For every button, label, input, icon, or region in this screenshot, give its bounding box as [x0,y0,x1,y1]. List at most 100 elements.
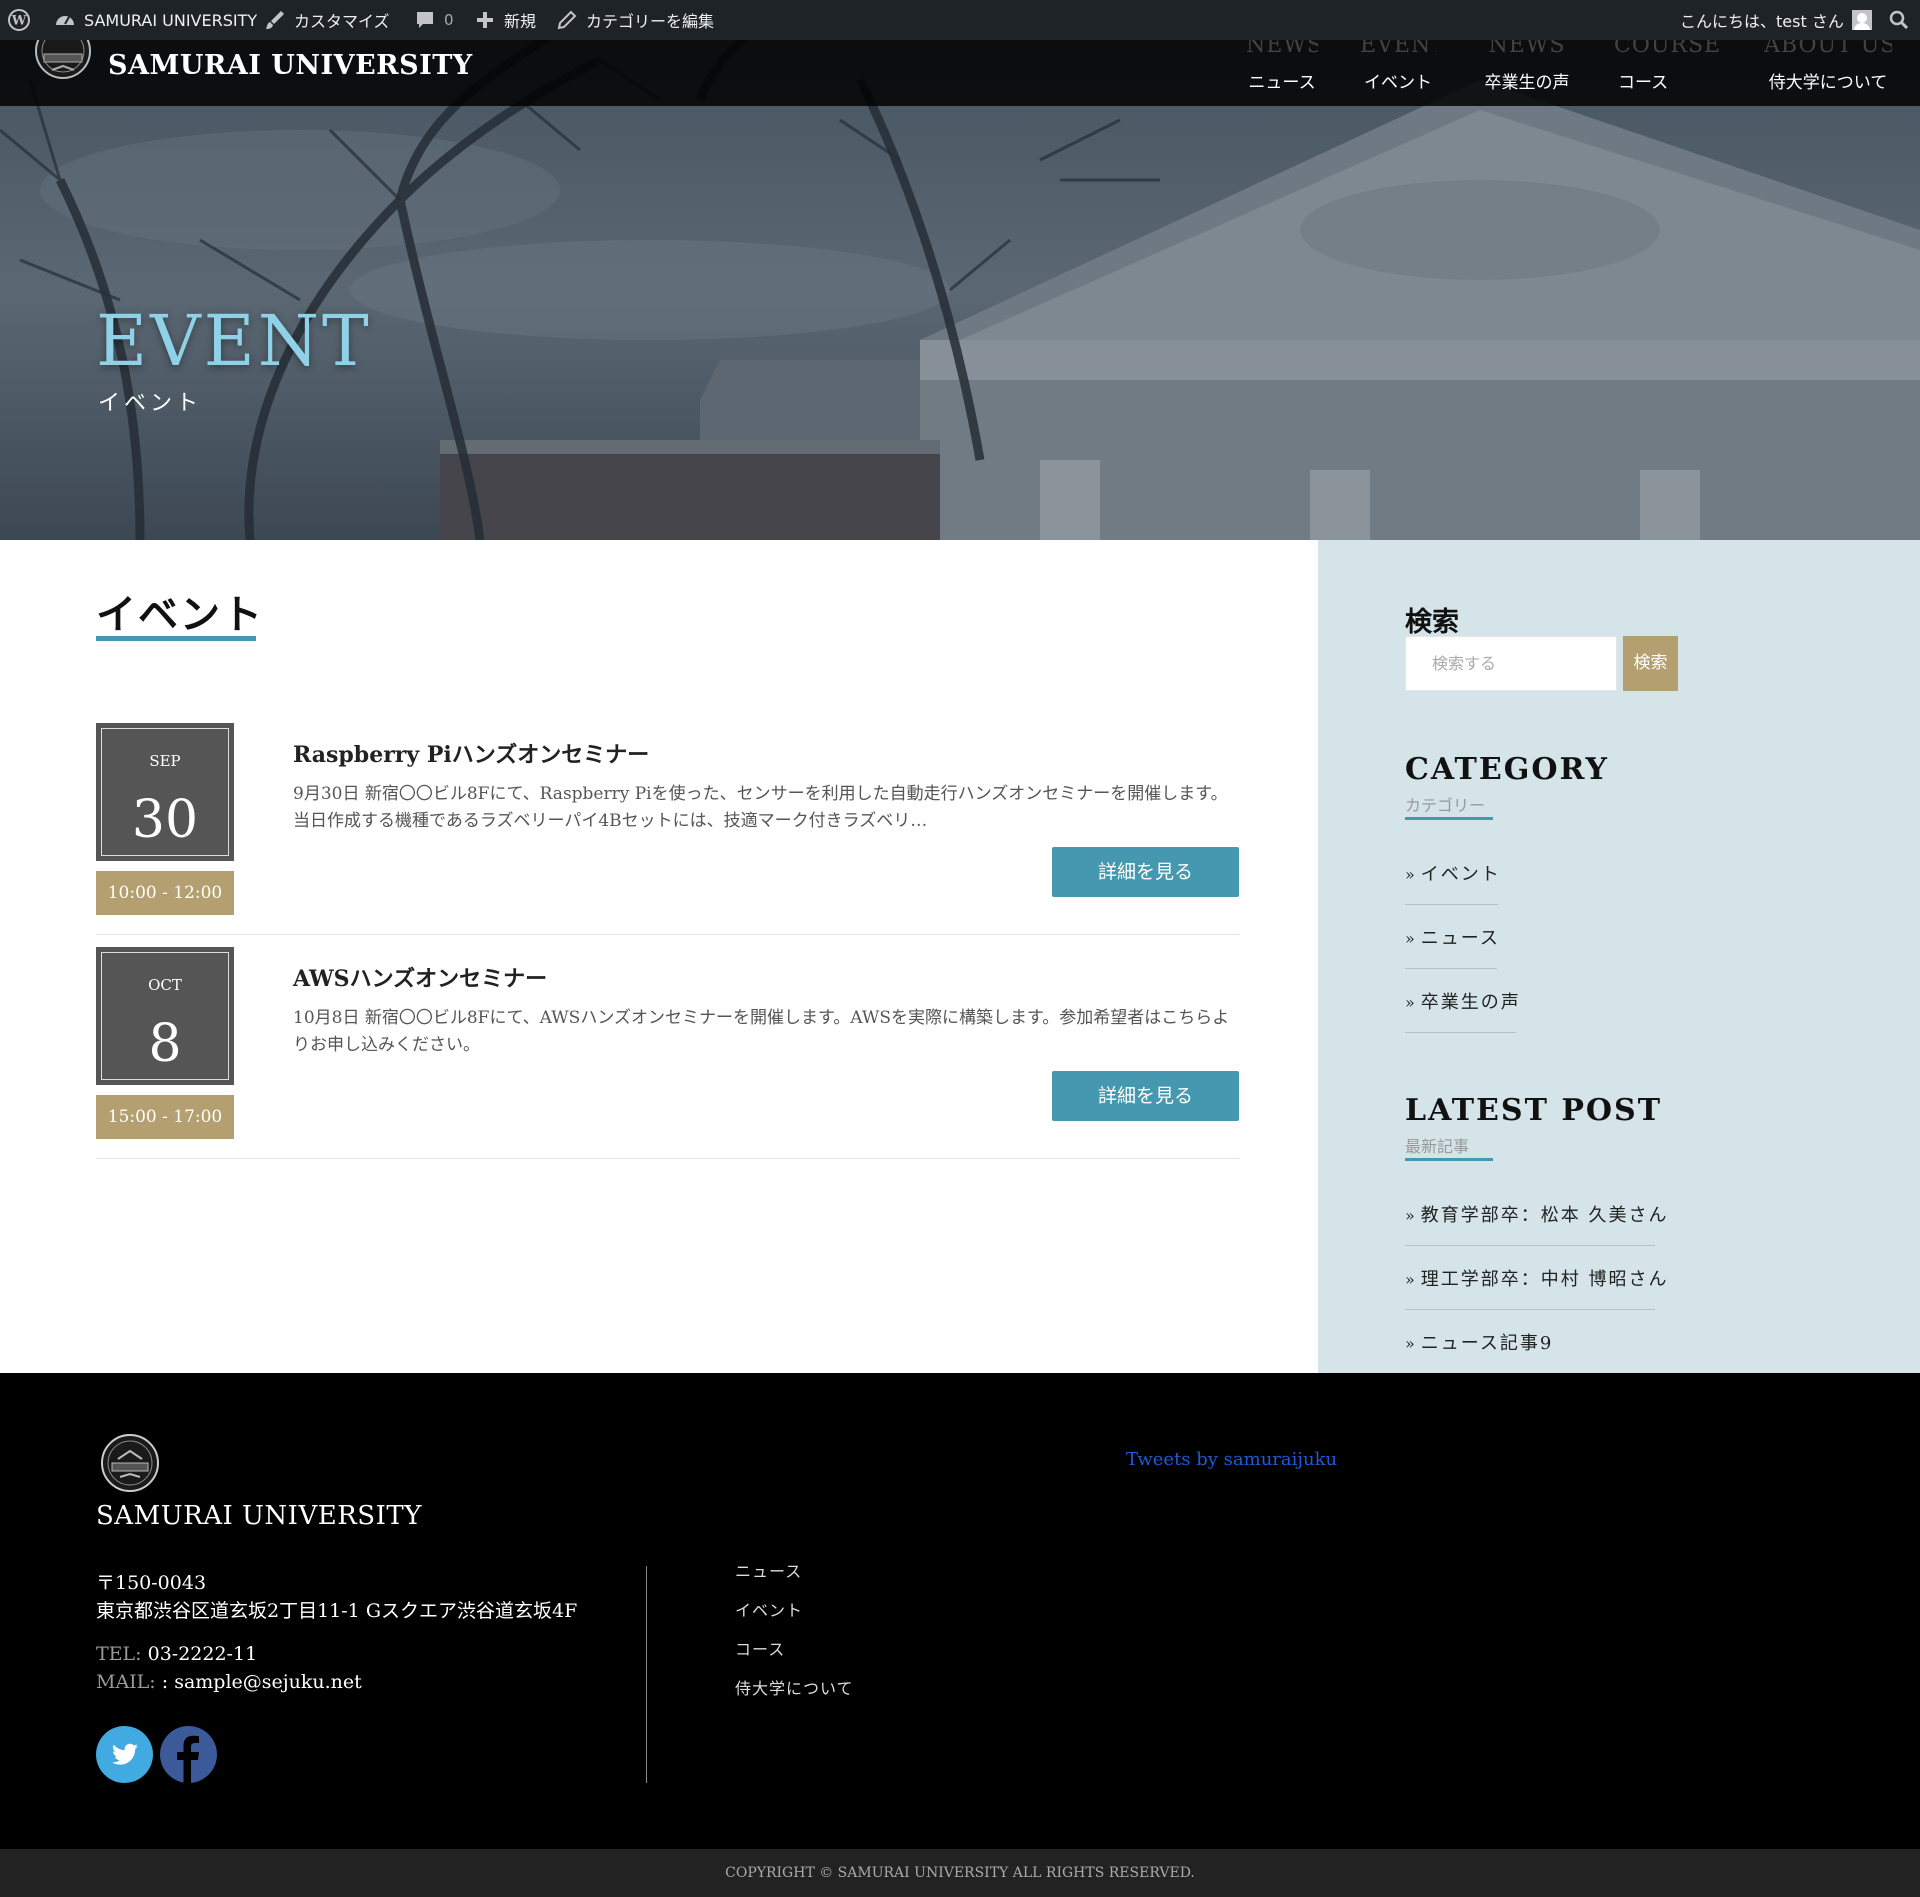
customize-label: カスタマイズ [294,12,390,31]
footer-logo-icon[interactable] [100,1433,160,1493]
category-divider [1405,904,1498,905]
site-header: SAMURAI UNIVERSITY NEWS ニュース EVENT イベント … [0,40,1920,106]
event-details-button[interactable]: 詳細を見る [1052,847,1239,897]
event-date-box: OCT 8 [96,947,234,1085]
latest-post-label: ニュース記事9 [1420,1333,1554,1354]
page-title: イベント [96,591,264,638]
footer-mail: MAIL: : sample@sejuku.net [96,1671,362,1693]
hero-background-image [0,40,1920,540]
facebook-icon[interactable] [160,1726,217,1783]
event-day: 8 [148,1014,182,1074]
comments-link[interactable]: 0 [414,0,454,40]
nav-en-label: EVENT [1360,40,1436,58]
latest-post-heading: LATEST POST [1405,1093,1663,1128]
latest-post-heading-underline [1405,1158,1493,1161]
event-description: 9月30日 新宿〇〇ビル8Fにて、Raspberry Piを使った、センサーを利… [293,784,1228,831]
chevron-double-right-icon: » [1405,929,1417,948]
category-divider [1405,1032,1516,1033]
footer-nav-item[interactable]: コース [735,1636,785,1660]
edit-category-label: カテゴリーを編集 [586,12,715,31]
hero-subtitle: イベント [98,391,203,416]
chevron-double-right-icon: » [1405,1270,1417,1289]
nav-en-label: ABOUT US [1764,40,1892,58]
comment-icon [414,9,436,31]
nav-ja-label: 卒業生の声 [1484,73,1570,93]
logo-icon[interactable] [34,40,92,80]
greeting-text: こんにちは、test さん [1680,12,1844,31]
mail-label: MAIL: [96,1671,156,1693]
site-footer: SAMURAI UNIVERSITY 〒150-0043 東京都渋谷区道玄坂2丁… [0,1373,1920,1849]
tweets-link[interactable]: Tweets by samuraijuku [1126,1449,1337,1470]
event-title[interactable]: Raspberry Piハンズオンセミナー [293,737,649,769]
event-month: OCT [148,976,182,994]
copyright: COPYRIGHT © SAMURAI UNIVERSITY ALL RIGHT… [0,1849,1920,1897]
event-time: 15:00 - 17:00 [96,1095,234,1139]
category-divider [1405,968,1497,969]
wordpress-menu[interactable]: W [8,0,30,40]
nav-item-graduates[interactable]: NEWS 卒業生の声 [1482,40,1572,106]
category-heading: CATEGORY [1405,752,1609,787]
footer-site-title: SAMURAI UNIVERSITY [96,1501,422,1531]
nav-en-label: COURSES [1614,40,1722,58]
category-item[interactable]: » 卒業生の声 [1405,988,1521,1014]
latest-post-divider [1405,1309,1655,1310]
footer-nav-item[interactable]: イベント [735,1597,803,1621]
latest-post-label: 教育学部卒：松本 久美さん [1420,1205,1669,1226]
admin-site-link[interactable]: SAMURAI UNIVERSITY [54,0,257,40]
twitter-icon[interactable] [96,1726,153,1783]
nav-ja-label: イベント [1364,73,1432,93]
hero-banner: EVENT イベント [0,40,1920,540]
svg-text:W: W [11,14,27,29]
event-month: SEP [149,752,181,770]
search-heading: 検索 [1405,607,1459,638]
latest-post-item[interactable]: » 教育学部卒：松本 久美さん [1405,1201,1669,1227]
event-date-box: SEP 30 [96,723,234,861]
customize-link[interactable]: カスタマイズ [264,0,390,40]
avatar-icon [1851,10,1872,30]
latest-post-item[interactable]: » 理工学部卒：中村 博昭さん [1405,1265,1669,1291]
edit-category-link[interactable]: カテゴリーを編集 [556,0,714,40]
footer-divider [646,1566,647,1783]
category-heading-underline [1405,817,1493,820]
new-content-link[interactable]: 新規 [474,0,536,40]
event-details-button[interactable]: 詳細を見る [1052,1071,1239,1121]
site-title[interactable]: SAMURAI UNIVERSITY [108,50,473,81]
nav-ja-label: ニュース [1248,73,1316,93]
sidebar: 検索 検索 CATEGORY カテゴリー »イベント »ニュース »卒業生の声 … [1318,540,1920,1373]
search-input[interactable] [1405,636,1617,691]
footer-zip: 〒150-0043 [96,1572,207,1594]
event-divider [96,934,1239,935]
account-menu[interactable]: こんにちは、test さん [1680,0,1872,40]
tel-value: 03-2222-11 [147,1643,258,1665]
event-title[interactable]: AWSハンズオンセミナー [293,961,547,993]
footer-address: 東京都渋谷区道玄坂2丁目11-1 Gスクエア渋谷道玄坂4F [96,1600,578,1622]
wordpress-icon: W [8,9,30,31]
nav-item-news[interactable]: NEWS ニュース [1246,40,1318,106]
pencil-icon [556,9,578,31]
nav-item-courses[interactable]: COURSES コース [1614,40,1722,106]
category-subheading: カテゴリー [1405,796,1486,815]
category-label: ニュース [1420,928,1500,949]
event-divider [96,1158,1239,1159]
admin-site-name: SAMURAI UNIVERSITY [84,10,258,30]
latest-post-label: 理工学部卒：中村 博昭さん [1420,1269,1669,1290]
nav-item-about[interactable]: ABOUT US 侍大学について [1764,40,1892,106]
chevron-double-right-icon: » [1405,865,1417,884]
category-label: 卒業生の声 [1420,992,1521,1013]
dashboard-icon [54,9,76,31]
category-item[interactable]: » ニュース [1405,924,1500,950]
admin-search[interactable] [1888,0,1910,40]
latest-post-item[interactable]: » ニュース記事9 [1405,1329,1553,1355]
footer-nav-item[interactable]: 侍大学について [735,1675,854,1699]
event-day: 30 [131,790,199,850]
event-description: 10月8日 新宿〇〇ビル8Fにて、AWSハンズオンセミナーを開催します。AWSを… [293,1008,1230,1055]
chevron-double-right-icon: » [1405,1334,1417,1353]
latest-post-divider [1405,1245,1655,1246]
chevron-double-right-icon: » [1405,1206,1417,1225]
footer-nav-item[interactable]: ニュース [735,1558,802,1582]
nav-item-event[interactable]: EVENT イベント [1360,40,1436,106]
brush-icon [264,9,286,31]
search-button[interactable]: 検索 [1623,636,1678,691]
nav-ja-label: コース [1618,73,1669,93]
category-item[interactable]: » イベント [1405,860,1501,886]
